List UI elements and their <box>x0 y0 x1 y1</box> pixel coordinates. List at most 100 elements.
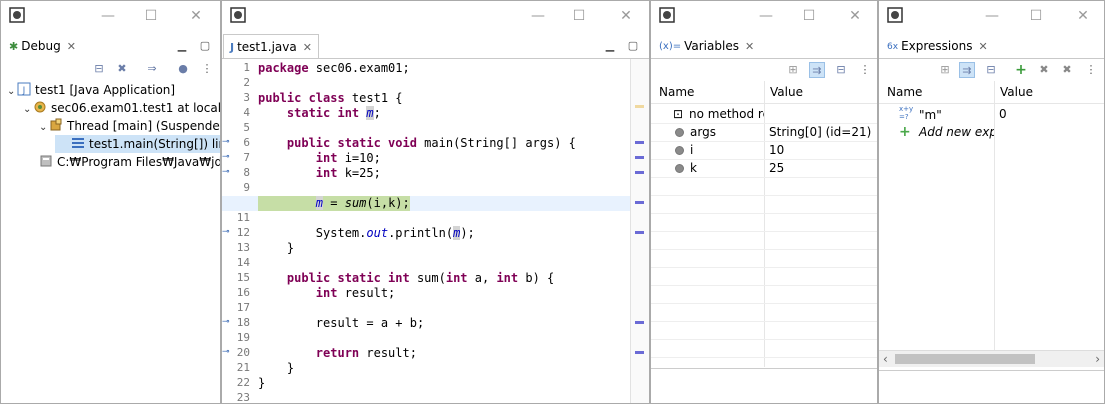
breakpoint-icon[interactable]: ⊸ <box>222 167 234 180</box>
tab-variables[interactable]: (x)= Variables ✕ <box>653 34 761 58</box>
tab-label: Expressions <box>901 39 973 53</box>
line-number: 17 <box>236 301 250 314</box>
eclipse-app-icon <box>659 7 675 23</box>
detail-pane[interactable] <box>879 370 1104 403</box>
chevron-down-icon[interactable]: ⌄ <box>23 101 33 119</box>
overview-marker[interactable] <box>635 351 644 354</box>
chevron-down-icon[interactable]: ⌄ <box>39 119 49 137</box>
tab-debug[interactable]: ✱ Debug ✕ <box>3 34 82 58</box>
column-header-value[interactable]: Value <box>994 81 1033 103</box>
table-row[interactable]: x+y =? "m" 0 <box>879 105 1104 123</box>
column-header-value[interactable]: Value <box>764 81 803 103</box>
overview-marker[interactable] <box>635 321 644 324</box>
maximize-button[interactable]: ☐ <box>1025 5 1047 27</box>
remove-terminated-icon[interactable]: ✖ <box>114 61 130 77</box>
maximize-button[interactable]: ☐ <box>798 5 820 27</box>
remove-all-icon[interactable]: ✖ <box>1059 62 1075 78</box>
close-button[interactable]: ✕ <box>185 5 207 27</box>
add-expression-icon[interactable]: + <box>1013 62 1029 78</box>
variables-icon: (x)= <box>659 40 682 52</box>
view-menu-icon[interactable]: ⋮ <box>199 61 215 77</box>
tree-item-selected[interactable]: test1.main(String[]) line <box>55 135 220 153</box>
table-row[interactable]: ⊡ no method re <box>651 105 877 123</box>
column-header-name[interactable]: Name <box>653 81 694 103</box>
maximize-button[interactable]: ☐ <box>568 5 590 27</box>
line-number: 9 <box>243 181 250 194</box>
close-button[interactable]: ✕ <box>1072 5 1094 27</box>
line-number: 13 <box>236 241 250 254</box>
breakpoint-icon[interactable]: ⊸ <box>222 227 234 240</box>
overview-marker[interactable] <box>635 105 644 108</box>
overview-ruler[interactable] <box>630 59 649 403</box>
breakpoint-icon[interactable]: ⊸ <box>222 347 234 360</box>
table-row[interactable]: i 10 <box>651 141 877 159</box>
minimize-button[interactable]: — <box>981 5 1003 27</box>
close-tab-icon[interactable]: ✕ <box>978 40 987 53</box>
column-header-name[interactable]: Name <box>881 81 922 103</box>
tree-item[interactable]: ⌄ Jtest1 [Java Application] <box>7 81 175 99</box>
method-result-icon: ⊡ <box>673 107 684 121</box>
view-menu-icon[interactable]: ⋮ <box>1083 62 1099 78</box>
minimize-view-icon[interactable]: ▁ <box>602 38 618 54</box>
expressions-window: — ☐ ✕ 6x Expressions ✕ ⊞ ⇉ ⊟ + ✖ ✖ ⋮ Name … <box>878 0 1105 404</box>
tree-item[interactable]: ⌄ sec06.exam01.test1 at localho <box>23 99 220 119</box>
minimize-button[interactable]: — <box>97 5 119 27</box>
minimize-button[interactable]: — <box>755 5 777 27</box>
code-area[interactable]: package sec06.exam01; public class test1… <box>222 59 649 403</box>
row-divider <box>651 303 877 304</box>
add-icon: + <box>899 124 911 140</box>
local-var-icon <box>675 164 684 173</box>
close-tab-icon[interactable]: ✕ <box>67 40 76 53</box>
scroll-left-icon[interactable]: ‹ <box>883 351 888 367</box>
row-divider <box>651 339 877 340</box>
table-row[interactable]: args String[0] (id=21) <box>651 123 877 141</box>
overview-marker[interactable] <box>635 156 644 159</box>
tree-item[interactable]: ⌄ Thread [main] (Suspended <box>39 117 220 137</box>
breakpoint-icon[interactable]: ⊸ <box>222 137 234 150</box>
minimize-button[interactable]: — <box>527 5 549 27</box>
maximize-view-icon[interactable]: ▢ <box>197 38 213 54</box>
show-logical-structure-icon[interactable]: ⇉ <box>959 62 975 78</box>
overview-marker[interactable] <box>635 171 644 174</box>
view-menu-icon[interactable]: ⋮ <box>857 62 873 78</box>
breakpoint-icon[interactable]: ⊸ <box>222 152 234 165</box>
close-tab-icon[interactable]: ✕ <box>745 40 754 53</box>
show-type-names-icon[interactable]: ⊞ <box>785 62 801 78</box>
editor-window: — ☐ ✕ Jtest1.java✕ ▁ ▢ 123456⊸7⊸8⊸910⊸11… <box>221 0 650 404</box>
tree-item[interactable]: C:₩Program Files₩Java₩jdk-1 <box>39 153 220 171</box>
horizontal-scrollbar[interactable]: ‹ › <box>879 350 1104 367</box>
show-type-names-icon[interactable]: ⊞ <box>937 62 953 78</box>
tab-expressions[interactable]: 6x Expressions ✕ <box>881 34 994 58</box>
add-new-expression[interactable]: + Add new expr <box>879 123 1104 141</box>
scroll-right-icon[interactable]: › <box>1095 351 1100 367</box>
collapse-all-icon[interactable]: ⊟ <box>833 62 849 78</box>
scroll-thumb[interactable] <box>895 354 1035 364</box>
remove-expression-icon[interactable]: ✖ <box>1036 62 1052 78</box>
step-filter-icon[interactable]: ⇒ <box>144 61 160 77</box>
maximize-view-icon[interactable]: ▢ <box>625 38 641 54</box>
expressions-titlebar[interactable]: — ☐ ✕ <box>879 1 1104 31</box>
chevron-down-icon[interactable]: ⌄ <box>7 83 17 101</box>
minimize-view-icon[interactable]: ▁ <box>174 38 190 54</box>
close-tab-icon[interactable]: ✕ <box>303 41 312 54</box>
line-number: 2 <box>243 76 250 89</box>
breakpoint-icon[interactable]: ⊸ <box>222 317 234 330</box>
show-logical-structure-icon[interactable]: ⇉ <box>809 62 825 78</box>
overview-marker[interactable] <box>635 201 644 204</box>
debug-titlebar[interactable]: — ☐ ✕ <box>1 1 220 31</box>
overview-marker[interactable] <box>635 141 644 144</box>
editor-titlebar[interactable]: — ☐ ✕ <box>222 1 649 31</box>
close-button[interactable]: ✕ <box>615 5 637 27</box>
collapse-all-icon[interactable]: ⊟ <box>91 61 107 77</box>
maximize-button[interactable]: ☐ <box>140 5 162 27</box>
detail-pane[interactable] <box>651 368 877 403</box>
variables-titlebar[interactable]: — ☐ ✕ <box>651 1 877 31</box>
row-divider <box>651 177 877 178</box>
debug-options-icon[interactable]: ● <box>175 61 191 77</box>
tab-test1-java[interactable]: Jtest1.java ✕ <box>223 34 319 58</box>
table-row[interactable]: k 25 <box>651 159 877 177</box>
overview-marker[interactable] <box>635 231 644 234</box>
close-button[interactable]: ✕ <box>844 5 866 27</box>
collapse-all-icon[interactable]: ⊟ <box>983 62 999 78</box>
row-divider <box>651 213 877 214</box>
